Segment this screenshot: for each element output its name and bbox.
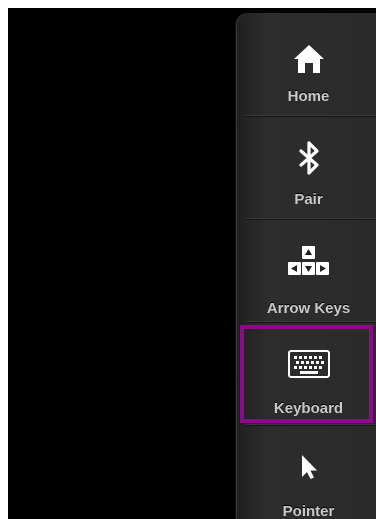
bluetooth-icon bbox=[236, 138, 376, 178]
sidebar-item-label: Arrow Keys bbox=[266, 300, 351, 317]
sidebar-item-home[interactable]: Home bbox=[236, 13, 376, 116]
sidebar-item-pair[interactable]: Pair bbox=[236, 116, 376, 219]
pointer-icon bbox=[236, 447, 376, 487]
sidebar-item-label: Home bbox=[287, 88, 330, 105]
home-icon bbox=[236, 39, 376, 79]
sidebar-item-label: Pair bbox=[294, 191, 323, 208]
app-screen: Home Pair Arrow Keys Keyboard Pointer bbox=[8, 8, 376, 519]
arrow-keys-icon bbox=[236, 241, 376, 281]
sidebar-item-pointer[interactable]: Pointer bbox=[236, 425, 376, 519]
sidebar-item-keyboard[interactable]: Keyboard bbox=[236, 322, 376, 425]
sidebar-item-label: Keyboard bbox=[273, 400, 344, 417]
sidebar-item-label: Pointer bbox=[282, 503, 335, 519]
sidebar: Home Pair Arrow Keys Keyboard Pointer bbox=[235, 13, 376, 519]
keyboard-icon bbox=[236, 344, 376, 384]
sidebar-item-arrow-keys[interactable]: Arrow Keys bbox=[236, 219, 376, 322]
